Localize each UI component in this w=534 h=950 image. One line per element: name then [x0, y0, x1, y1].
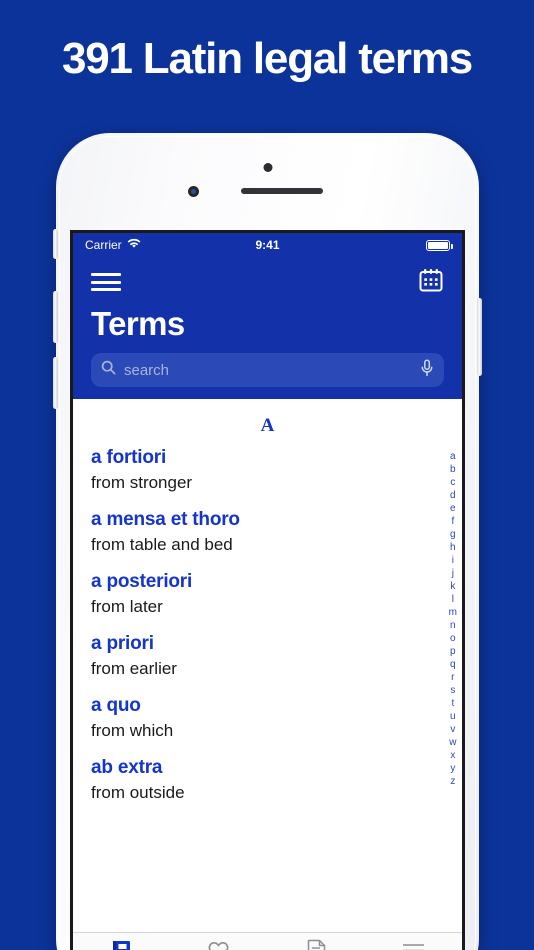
- calendar-icon[interactable]: [418, 267, 444, 298]
- alphabet-index-letter[interactable]: f: [451, 516, 454, 528]
- alphabet-index-letter[interactable]: x: [450, 750, 455, 762]
- list-item[interactable]: a mensa et thoro from table and bed: [73, 509, 462, 555]
- alphabet-index-letter[interactable]: r: [451, 672, 454, 684]
- phone-screen: Carrier 9:41 Terms search A a fortiori f…: [70, 230, 465, 950]
- alphabet-index-letter[interactable]: u: [450, 711, 456, 723]
- alphabet-index-letter[interactable]: o: [450, 633, 456, 645]
- alphabet-index-letter[interactable]: g: [450, 529, 456, 541]
- term-definition: from earlier: [91, 659, 177, 678]
- alphabet-index-letter[interactable]: e: [450, 503, 456, 515]
- alphabet-index-letter[interactable]: m: [449, 607, 457, 619]
- search-placeholder: search: [124, 361, 170, 379]
- alphabet-index-letter[interactable]: n: [450, 620, 456, 632]
- status-bar-clock: 9:41: [255, 238, 280, 252]
- front-camera-icon: [188, 186, 199, 197]
- term-title: a fortiori: [91, 447, 167, 468]
- phone-device-frame: Carrier 9:41 Terms search A a fortiori f…: [53, 133, 482, 950]
- page-title: Terms: [91, 305, 185, 342]
- book-icon: [110, 939, 133, 950]
- term-definition: from later: [91, 597, 163, 616]
- term-definition: from which: [91, 721, 174, 740]
- header-row: [91, 265, 444, 299]
- heart-icon: [207, 939, 230, 950]
- volume-down-button[interactable]: [53, 357, 58, 409]
- term-title: ab extra: [91, 757, 163, 778]
- section-header-letter: A: [260, 415, 275, 436]
- alphabet-index-letter[interactable]: z: [450, 776, 455, 788]
- alphabet-index-letter[interactable]: w: [449, 737, 456, 749]
- power-button[interactable]: [477, 298, 482, 376]
- volume-up-button[interactable]: [53, 291, 58, 343]
- alphabet-index-letter[interactable]: p: [450, 646, 456, 658]
- earpiece-speaker-icon: [241, 188, 324, 194]
- term-title: a posteriori: [91, 571, 193, 592]
- alphabet-index-letter[interactable]: t: [451, 698, 454, 710]
- alphabet-index-letter[interactable]: s: [450, 685, 455, 697]
- status-bar-right: [280, 239, 453, 251]
- wifi-icon: [127, 238, 141, 252]
- alphabet-index-letter[interactable]: a: [450, 451, 456, 463]
- tab-units[interactable]: Units: [268, 933, 365, 950]
- alphabet-index-letter[interactable]: v: [450, 724, 455, 736]
- list-item[interactable]: a posteriori from later: [73, 571, 462, 617]
- term-definition: from stronger: [91, 473, 193, 492]
- bottom-tab-bar: Terms Save: [73, 932, 462, 950]
- alphabet-index-letter[interactable]: i: [452, 555, 454, 567]
- term-title: a quo: [91, 695, 141, 716]
- hamburger-menu-icon[interactable]: [91, 273, 121, 291]
- alphabet-index[interactable]: abcdefghijklmnopqrstuvwxyz: [449, 451, 457, 788]
- list-item[interactable]: a priori from earlier: [73, 633, 462, 679]
- carrier-label: Carrier: [85, 238, 122, 252]
- terms-list[interactable]: A a fortiori from stronger a mensa et th…: [73, 399, 462, 939]
- term-definition: from outside: [91, 783, 185, 802]
- microphone-icon[interactable]: [420, 358, 434, 382]
- proximity-sensor-icon: [263, 163, 272, 172]
- tab-terms[interactable]: Terms: [73, 933, 170, 950]
- tab-save[interactable]: Save: [170, 933, 267, 950]
- alphabet-index-letter[interactable]: b: [450, 464, 456, 476]
- list-item[interactable]: a quo from which: [73, 695, 462, 741]
- alphabet-index-letter[interactable]: k: [450, 581, 455, 593]
- status-bar: Carrier 9:41: [73, 233, 462, 257]
- alphabet-index-letter[interactable]: l: [452, 594, 454, 606]
- alphabet-index-letter[interactable]: c: [450, 477, 455, 489]
- list-item[interactable]: a fortiori from stronger: [73, 447, 462, 493]
- more-lines-icon: [401, 939, 426, 950]
- list-item[interactable]: ab extra from outside: [73, 757, 462, 803]
- promo-headline: 391 Latin legal terms: [61, 34, 473, 83]
- app-header: Terms search: [73, 257, 462, 399]
- alphabet-index-letter[interactable]: q: [450, 659, 456, 671]
- document-icon: [306, 939, 327, 950]
- term-definition: from table and bed: [91, 535, 233, 554]
- battery-full-icon: [426, 239, 453, 251]
- alphabet-index-letter[interactable]: h: [450, 542, 456, 554]
- mute-switch-button[interactable]: [53, 229, 58, 259]
- alphabet-index-letter[interactable]: y: [450, 763, 455, 775]
- alphabet-index-letter[interactable]: j: [452, 568, 454, 580]
- alphabet-index-letter[interactable]: d: [450, 490, 456, 502]
- status-bar-left: Carrier: [85, 238, 255, 252]
- search-input[interactable]: search: [91, 353, 444, 387]
- term-title: a priori: [91, 633, 154, 654]
- term-title: a mensa et thoro: [91, 509, 240, 530]
- tab-more[interactable]: More: [365, 933, 462, 950]
- search-icon: [101, 360, 116, 380]
